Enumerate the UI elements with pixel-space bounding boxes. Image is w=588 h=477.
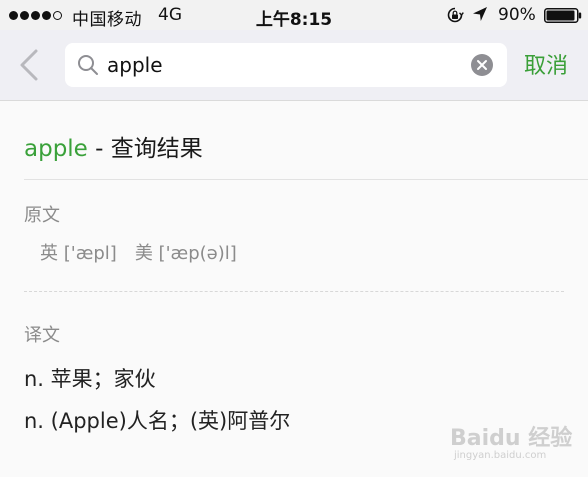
watermark-url: jingyan.baidu.com (454, 450, 547, 461)
pronunciation-us[interactable]: 美 ['æp(ə)l] (135, 243, 237, 264)
result-query: apple (24, 136, 88, 162)
dashed-divider (24, 291, 564, 292)
definition-item: n. (Apple)人名；(英)阿普尔 (24, 409, 291, 433)
battery-percentage: 90% (498, 5, 536, 25)
clear-search-icon[interactable] (471, 54, 493, 76)
search-input[interactable] (107, 49, 457, 81)
status-bar: 中国移动 4G 上午8:15 90% (0, 0, 588, 30)
back-chevron-icon[interactable] (14, 48, 44, 82)
result-title-suffix: - 查询结果 (87, 136, 203, 162)
pronunciation: 英 ['æpl] 美 ['æp(ə)l] (40, 239, 255, 265)
baidu-jingyan-watermark: Baidu 经验 jingyan.baidu.com (450, 420, 580, 470)
search-bar: 取消 (0, 30, 588, 101)
definition-item: n. 苹果；家伙 (24, 367, 156, 391)
divider (24, 179, 588, 180)
search-icon (78, 55, 98, 75)
watermark-logo: Baidu 经验 (450, 426, 573, 451)
battery-icon (544, 8, 582, 23)
source-section-label: 原文 (24, 205, 60, 226)
location-arrow-icon (473, 7, 487, 21)
rotation-lock-icon (447, 7, 464, 23)
translation-section-label: 译文 (24, 325, 60, 346)
pronunciation-uk[interactable]: 英 ['æpl] (40, 243, 117, 264)
search-field[interactable] (65, 43, 507, 87)
page-title: apple - 查询结果 (24, 129, 203, 163)
cancel-button[interactable]: 取消 (524, 48, 568, 80)
